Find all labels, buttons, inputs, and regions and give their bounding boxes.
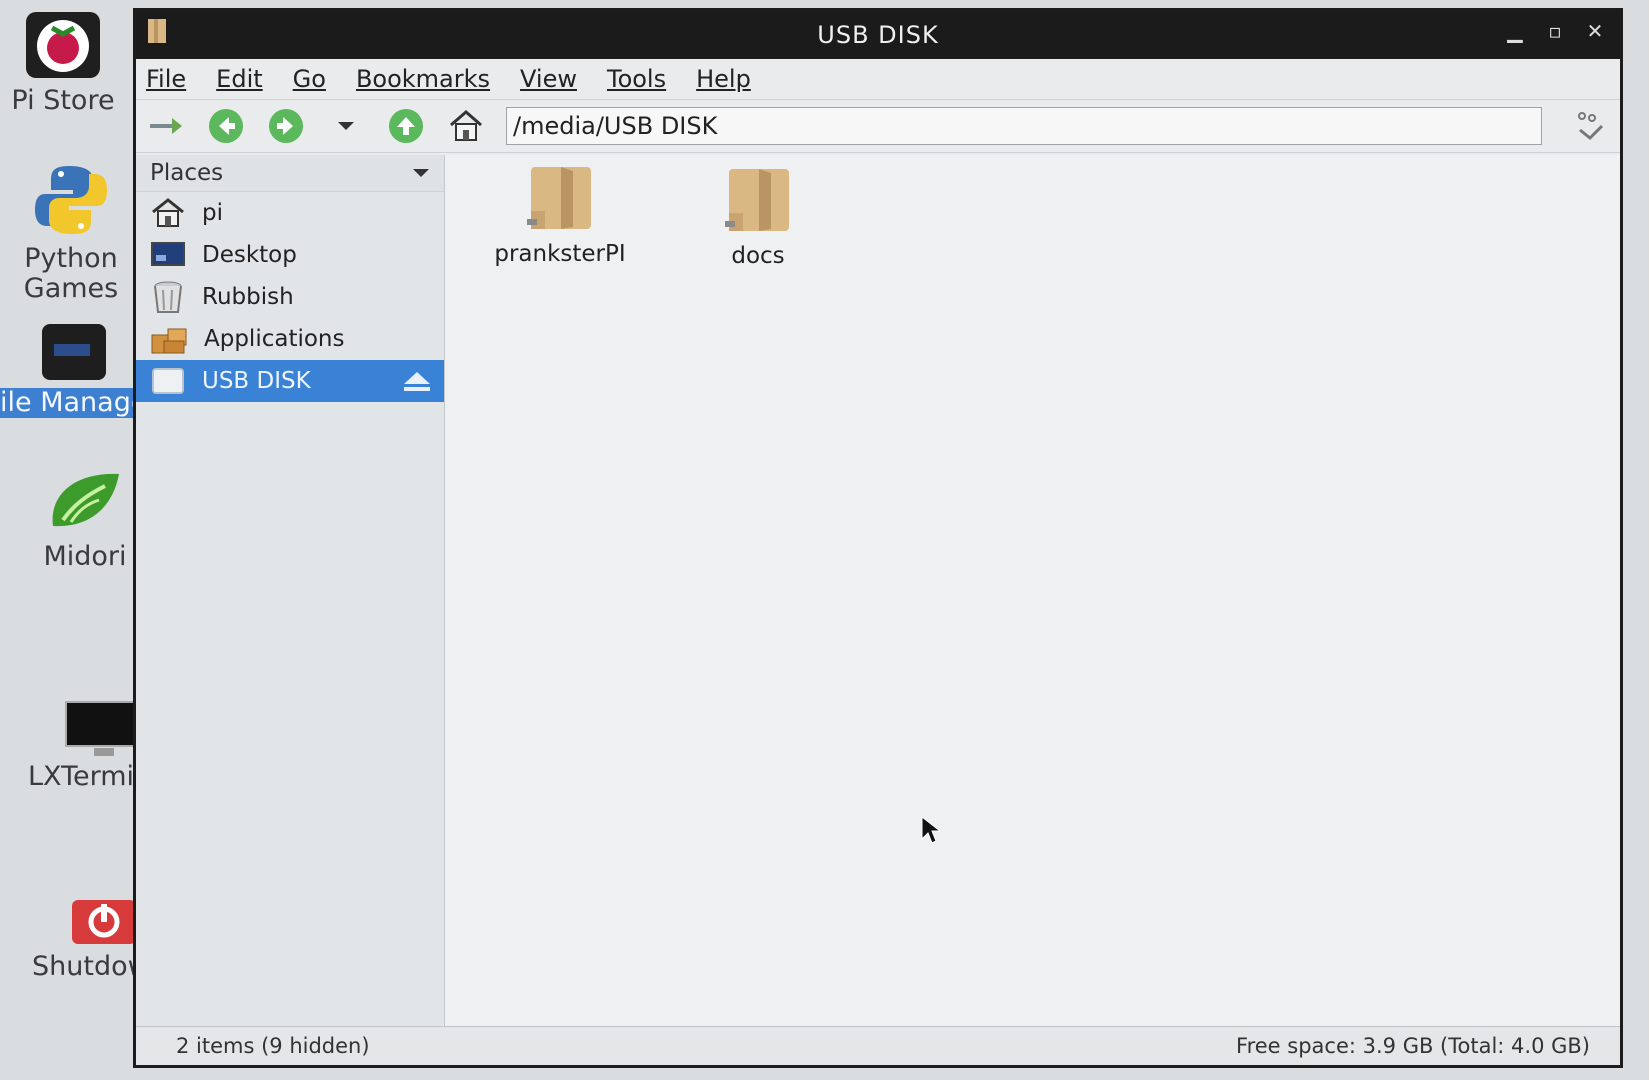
file-item-folder[interactable]: pranksterPI [475, 161, 645, 267]
file-view: pranksterPI docs [445, 155, 1620, 1027]
home-icon [450, 110, 482, 141]
python-icon [35, 166, 107, 234]
desktop-icon [151, 242, 185, 266]
sidebar-item-pi[interactable]: pi [136, 192, 444, 234]
status-bar: 2 items (9 hidden) Free space: 3.9 GB (T… [136, 1026, 1620, 1065]
desktop-icon-label: Python Games [23, 243, 119, 304]
desktop-icon-python-games[interactable]: Python Games [0, 160, 146, 304]
jump-button[interactable] [1570, 106, 1610, 146]
menu-tools[interactable]: Tools [607, 65, 666, 93]
menu-bar: File Edit Go Bookmarks View Tools Help [136, 59, 1620, 100]
sidebar-item-desktop[interactable]: Desktop [136, 234, 444, 276]
sidebar-item-usb-disk[interactable]: USB DISK [136, 360, 444, 402]
title-bar[interactable]: USB DISK ▁ ▫ ✕ [136, 11, 1620, 59]
file-name: pranksterPI [494, 241, 626, 267]
file-item-folder[interactable]: docs [673, 163, 843, 269]
folder-app-icon [146, 17, 168, 49]
minimize-icon[interactable]: ▁ [1504, 19, 1526, 43]
desktop-icon-label: ile Manage [0, 387, 148, 418]
sidebar-item-label: Desktop [202, 242, 297, 268]
up-button[interactable] [386, 106, 426, 146]
menu-file[interactable]: File [146, 65, 186, 93]
chevron-down-icon [413, 169, 429, 177]
content-area: Places pi Desktop Rubbish Applications U… [136, 155, 1620, 1027]
forward-button[interactable] [266, 106, 306, 146]
drive-icon [152, 368, 184, 394]
file-manager-icon [42, 324, 106, 380]
sidebar-item-label: Applications [204, 326, 345, 352]
sidebar-item-applications[interactable]: Applications [136, 318, 444, 360]
maximize-icon[interactable]: ▫ [1544, 19, 1566, 43]
desktop-icon-file-manager[interactable]: ile Manage [0, 320, 148, 418]
menu-view[interactable]: View [520, 65, 577, 93]
sidebar-item-label: Rubbish [202, 284, 294, 310]
terminal-icon [65, 701, 143, 756]
midori-icon [52, 473, 120, 527]
pi-store-icon [26, 12, 100, 78]
shutdown-icon [72, 900, 136, 944]
history-dropdown-button[interactable] [326, 106, 366, 146]
file-manager-window: USB DISK ▁ ▫ ✕ File Edit Go Bookmarks Vi… [133, 8, 1623, 1068]
item-count: 2 items (9 hidden) [176, 1034, 370, 1058]
location-bar[interactable]: /media/USB DISK [506, 107, 1542, 145]
home-button[interactable] [446, 106, 486, 146]
applications-icon [151, 328, 187, 354]
menu-help[interactable]: Help [696, 65, 751, 93]
back-button[interactable] [206, 106, 246, 146]
mouse-pointer-icon [921, 815, 940, 844]
home-icon [152, 198, 184, 227]
eject-icon[interactable] [402, 370, 432, 392]
folder-icon [527, 167, 591, 229]
menu-edit[interactable]: Edit [216, 65, 262, 93]
desktop-icon-pi-store[interactable]: Pi Store [0, 4, 138, 116]
sidebar-item-label: USB DISK [202, 368, 311, 394]
places-sidebar: Places pi Desktop Rubbish Applications U… [136, 155, 448, 1027]
menu-bookmarks[interactable]: Bookmarks [356, 65, 490, 93]
desktop-icon-label: Pi Store [11, 85, 115, 116]
new-tab-button[interactable] [146, 106, 186, 146]
file-name: docs [731, 243, 785, 269]
trash-icon [154, 281, 182, 313]
back-arrow-icon [209, 109, 243, 143]
toolbar: /media/USB DISK [136, 100, 1620, 153]
sidebar-item-rubbish[interactable]: Rubbish [136, 276, 444, 318]
up-arrow-icon [389, 109, 423, 143]
chevron-down-icon [338, 122, 354, 130]
places-header[interactable]: Places [136, 155, 444, 192]
menu-go[interactable]: Go [293, 65, 326, 93]
folder-icon [725, 169, 789, 231]
close-icon[interactable]: ✕ [1584, 19, 1606, 43]
go-icon [1578, 112, 1604, 141]
forward-arrow-icon [269, 109, 303, 143]
window-title: USB DISK [817, 21, 939, 49]
free-space: Free space: 3.9 GB (Total: 4.0 GB) [1236, 1034, 1590, 1058]
new-tab-icon [150, 118, 182, 134]
places-title: Places [150, 160, 224, 186]
sidebar-item-label: pi [202, 200, 223, 226]
